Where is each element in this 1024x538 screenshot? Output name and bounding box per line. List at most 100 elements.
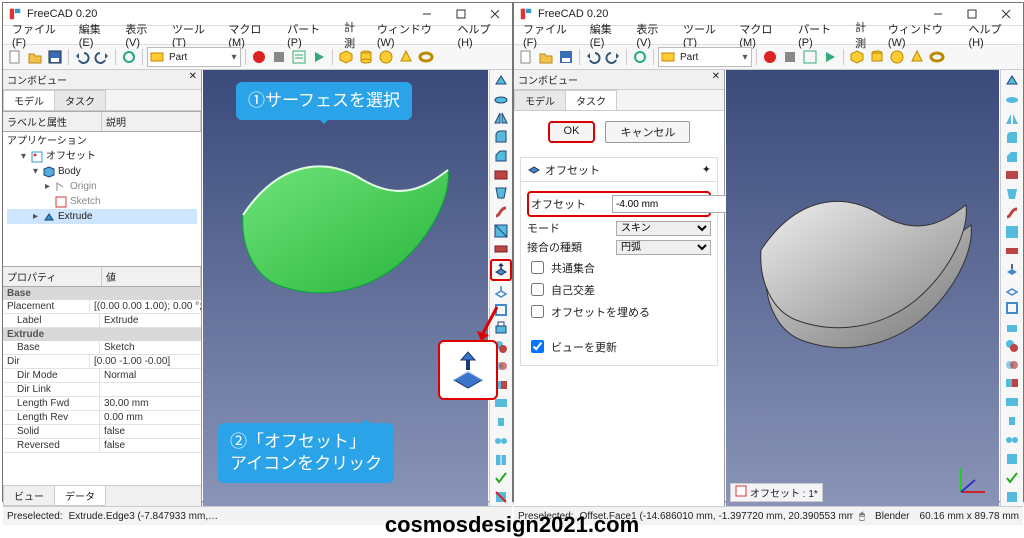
mirror-icon[interactable] [1003,110,1021,128]
workbench-selector[interactable]: Part ▾ [147,47,241,67]
menu-window[interactable]: ウィンドウ(W) [883,20,962,50]
loft-icon[interactable] [492,184,510,202]
union-icon[interactable] [1003,393,1021,411]
save-icon[interactable] [46,48,64,66]
loft-icon[interactable] [1003,185,1021,203]
revolve-icon[interactable] [1003,91,1021,109]
run-macro-icon[interactable] [821,48,839,66]
offset-2d-icon[interactable] [1003,280,1021,298]
split-icon[interactable] [1003,450,1021,468]
section-icon[interactable] [1003,223,1021,241]
defeature-icon[interactable] [1003,488,1021,506]
cross-section-icon[interactable] [1003,242,1021,260]
menu-measure[interactable]: 計測 [850,18,881,52]
torus-icon[interactable] [928,48,946,66]
tab-data[interactable]: データ [54,486,106,506]
viewport-tab[interactable]: オフセット : 1* [730,483,823,502]
tree-origin[interactable]: ▸Origin [7,179,197,194]
sweep-icon[interactable] [492,203,510,221]
fillet-icon[interactable] [492,128,510,146]
split-icon[interactable] [492,451,510,469]
panel-close-icon[interactable]: ✕ [712,71,720,82]
fill-offset-checkbox[interactable]: オフセットを埋める [527,302,711,321]
menu-part[interactable]: パート(P) [793,20,848,50]
mode-select[interactable]: スキン [616,221,711,236]
tab-tasks[interactable]: タスク [565,90,617,110]
stop-macro-icon[interactable] [781,48,799,66]
menu-tools[interactable]: ツール(T) [678,20,732,50]
menu-measure[interactable]: 計測 [339,18,370,52]
menu-file[interactable]: ファイル(F) [7,20,72,50]
intersect-icon[interactable] [1003,412,1021,430]
macros-icon[interactable] [801,48,819,66]
cone-icon[interactable] [397,48,415,66]
menu-tools[interactable]: ツール(T) [167,20,221,50]
torus-icon[interactable] [417,48,435,66]
menu-help[interactable]: ヘルプ(H) [452,20,508,50]
projection-icon[interactable] [1003,318,1021,336]
menu-help[interactable]: ヘルプ(H) [963,20,1019,50]
ruled-icon[interactable] [492,166,510,184]
chamfer-icon[interactable] [1003,148,1021,166]
cylinder-icon[interactable] [357,48,375,66]
menu-edit[interactable]: 編集(E) [74,20,119,50]
defeature-icon[interactable] [492,488,510,506]
fillet-icon[interactable] [1003,129,1021,147]
collapse-icon[interactable]: ✦ [702,163,711,176]
boolean-icon[interactable] [1003,356,1021,374]
new-icon[interactable] [6,48,24,66]
menu-edit[interactable]: 編集(E) [585,20,630,50]
revolve-icon[interactable] [492,91,510,109]
redo-icon[interactable] [93,48,111,66]
panel-close-icon[interactable]: ✕ [189,71,197,82]
intersect-icon[interactable] [492,413,510,431]
section-icon[interactable] [492,222,510,240]
menu-macro[interactable]: マクロ(M) [223,20,280,50]
refresh-icon[interactable] [631,48,649,66]
sweep-icon[interactable] [1003,204,1021,222]
new-icon[interactable] [517,48,535,66]
chamfer-icon[interactable] [492,147,510,165]
menu-view[interactable]: 表示(V) [120,20,165,50]
save-icon[interactable] [557,48,575,66]
sphere-icon[interactable] [377,48,395,66]
compound-icon[interactable] [1003,337,1021,355]
cancel-button[interactable]: キャンセル [605,121,690,143]
intersection-checkbox[interactable]: 共通集合 [527,258,711,277]
task-group-offset[interactable]: オフセット ✦ [520,157,718,182]
update-view-checkbox[interactable]: ビューを更新 [527,337,711,356]
tree-body[interactable]: ▾Body [7,164,197,179]
menu-view[interactable]: 表示(V) [631,20,676,50]
open-icon[interactable] [537,48,555,66]
tree-document[interactable]: ▾オフセット [7,149,197,164]
extrude-icon[interactable] [1003,72,1021,90]
cube-icon[interactable] [848,48,866,66]
record-macro-icon[interactable] [761,48,779,66]
offset-3d-icon[interactable] [490,259,512,281]
refresh-icon[interactable] [120,48,138,66]
ok-button[interactable]: OK [548,121,596,143]
cube-icon[interactable] [337,48,355,66]
offset-2d-icon[interactable] [492,282,510,300]
join-icon[interactable] [492,432,510,450]
join-select[interactable]: 円弧 [616,240,711,255]
thickness-icon[interactable] [1003,299,1021,317]
macros-icon[interactable] [290,48,308,66]
workbench-selector[interactable]: Part ▾ [658,47,752,67]
cylinder-icon[interactable] [868,48,886,66]
mirror-icon[interactable] [492,109,510,127]
tab-model[interactable]: モデル [3,90,55,110]
offset-3d-icon[interactable] [1003,261,1021,279]
undo-icon[interactable] [73,48,91,66]
menu-macro[interactable]: マクロ(M) [734,20,791,50]
run-macro-icon[interactable] [310,48,328,66]
check-icon[interactable] [1003,469,1021,487]
cut-icon[interactable] [1003,375,1021,393]
menu-file[interactable]: ファイル(F) [518,20,583,50]
cross-section-icon[interactable] [492,241,510,259]
menu-part[interactable]: パート(P) [282,20,337,50]
ruled-icon[interactable] [1003,167,1021,185]
cone-icon[interactable] [908,48,926,66]
sphere-icon[interactable] [888,48,906,66]
menu-window[interactable]: ウィンドウ(W) [372,20,451,50]
